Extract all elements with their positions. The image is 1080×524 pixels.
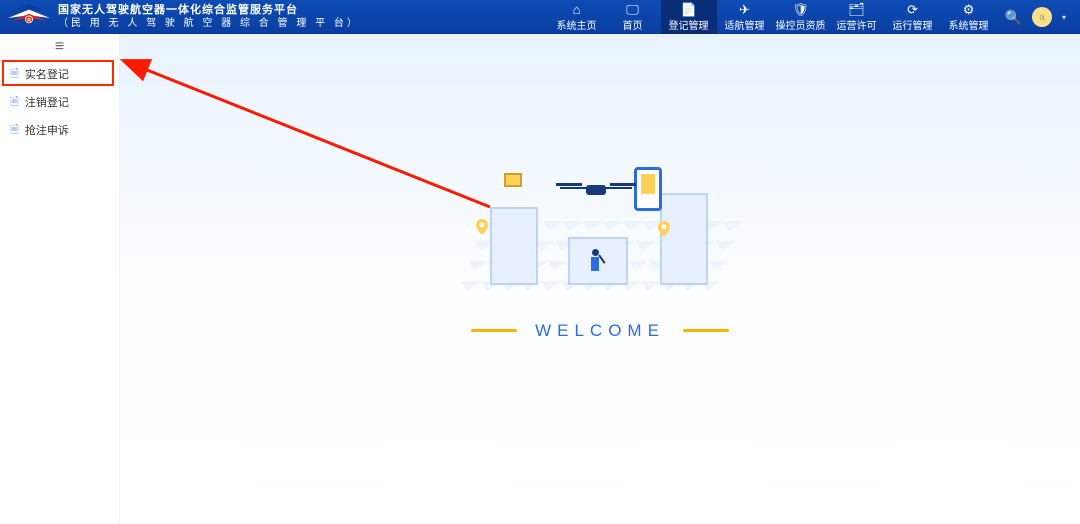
- nav-label: 运行管理: [893, 17, 933, 32]
- nav-license[interactable]: 🗂 运营许可: [829, 0, 885, 34]
- nav-label: 运营许可: [837, 17, 877, 32]
- sidebar-item-cancel[interactable]: 🗎 注销登记: [0, 88, 119, 116]
- menu-icon: ≡: [55, 38, 64, 56]
- person-icon: [588, 249, 602, 281]
- brand-block: 国家无人驾驶航空器一体化综合监管服务平台 （民 用 无 人 驾 驶 航 空 器 …: [0, 4, 360, 30]
- app-title-line2: （民 用 无 人 驾 驶 航 空 器 综 合 管 理 平 台）: [58, 18, 360, 31]
- map-pin-icon: [658, 221, 670, 237]
- avatar[interactable]: a: [1032, 7, 1052, 27]
- app-title-line1: 国家无人驾驶航空器一体化综合监管服务平台: [58, 4, 360, 18]
- welcome-block: WELCOME: [470, 139, 730, 341]
- app-header: 国家无人驾驶航空器一体化综合监管服务平台 （民 用 无 人 驾 驶 航 空 器 …: [0, 0, 1080, 34]
- home-icon: ⌂: [573, 3, 581, 16]
- accent-dash: [471, 329, 517, 332]
- sidebar-item-label: 注销登记: [25, 94, 69, 110]
- search-icon[interactable]: 🔍: [1005, 9, 1022, 26]
- top-nav: ⌂ 系统主页 🖵 首页 📄 登记管理 ✈ 适航管理 🛡 操控员资质 🗂 运营许可…: [549, 0, 997, 34]
- doc-icon: 🗎: [10, 65, 19, 84]
- nav-label: 首页: [623, 17, 643, 32]
- sidebar-item-realname[interactable]: 🗎 实名登记: [0, 60, 119, 88]
- nav-label: 适航管理: [725, 17, 765, 32]
- package-icon: [504, 173, 522, 187]
- header-right: 🔍 a ▾: [997, 7, 1080, 27]
- nav-airworthy[interactable]: ✈ 适航管理: [717, 0, 773, 34]
- nav-label: 操控员资质: [776, 17, 826, 32]
- nav-home[interactable]: 🖵 首页: [605, 0, 661, 34]
- sidebar-item-label: 实名登记: [25, 66, 69, 82]
- airworthy-icon: ✈: [739, 3, 750, 16]
- accent-dash: [683, 329, 729, 332]
- welcome-line: WELCOME: [470, 321, 730, 341]
- shield-icon: 🛡: [792, 3, 809, 16]
- sidebar-collapse[interactable]: ≡: [0, 34, 119, 60]
- main-content: WELCOME: [120, 34, 1080, 524]
- monitor-icon: 🖵: [626, 3, 639, 16]
- nav-label: 登记管理: [669, 17, 709, 32]
- nav-ops[interactable]: ⟳ 运行管理: [885, 0, 941, 34]
- sidebar-item-appeal[interactable]: 🗎 抢注申诉: [0, 116, 119, 144]
- license-icon: 🗂: [848, 3, 865, 16]
- nav-label: 系统管理: [949, 17, 989, 32]
- doc-icon: 🗎: [10, 93, 19, 112]
- map-pin-icon: [476, 219, 488, 235]
- nav-system-home[interactable]: ⌂ 系统主页: [549, 0, 605, 34]
- doc-icon: 🗎: [10, 121, 19, 140]
- drone-icon: [556, 181, 636, 199]
- nav-register[interactable]: 📄 登记管理: [661, 0, 717, 34]
- nav-operator[interactable]: 🛡 操控员资质: [773, 0, 829, 34]
- app-title: 国家无人驾驶航空器一体化综合监管服务平台 （民 用 无 人 驾 驶 航 空 器 …: [58, 4, 360, 30]
- system-icon: ⚙: [963, 3, 975, 16]
- phone-icon: [634, 167, 662, 211]
- logo-emblem: [8, 4, 50, 30]
- welcome-illustration: [470, 139, 730, 309]
- welcome-text: WELCOME: [535, 321, 665, 341]
- nav-label: 系统主页: [557, 17, 597, 32]
- ops-icon: ⟳: [907, 3, 918, 16]
- sidebar: ≡ 🗎 实名登记 🗎 注销登记 🗎 抢注申诉: [0, 34, 120, 524]
- nav-system[interactable]: ⚙ 系统管理: [941, 0, 997, 34]
- sidebar-item-label: 抢注申诉: [25, 122, 69, 138]
- chevron-down-icon[interactable]: ▾: [1062, 13, 1066, 22]
- register-icon: 📄: [680, 3, 696, 16]
